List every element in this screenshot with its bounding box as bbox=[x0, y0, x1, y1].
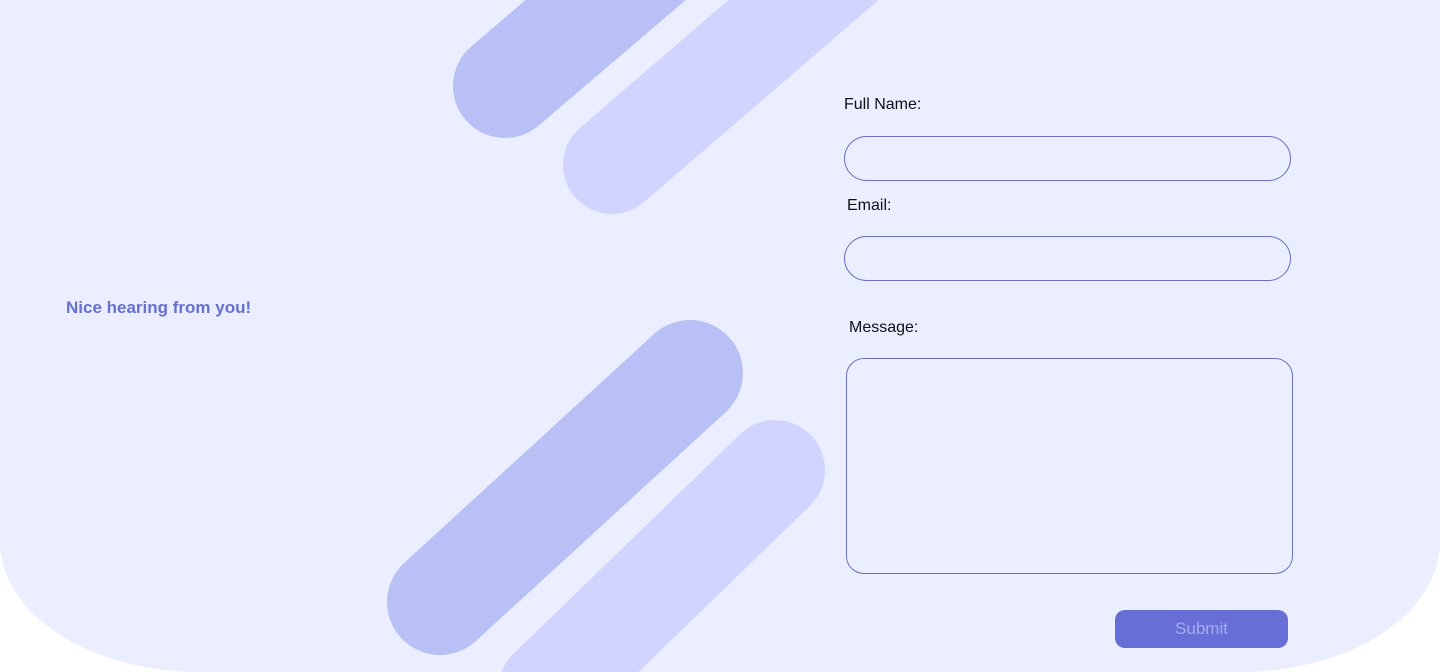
full-name-label: Full Name: bbox=[844, 96, 922, 113]
message-textarea[interactable] bbox=[846, 358, 1293, 574]
submit-button[interactable]: Submit bbox=[1115, 610, 1288, 648]
full-name-input[interactable] bbox=[844, 136, 1291, 181]
contact-panel: Nice hearing from you! Full Name: Email:… bbox=[0, 0, 1440, 672]
tagline: Nice hearing from you! bbox=[66, 298, 252, 317]
message-label: Message: bbox=[849, 319, 919, 336]
email-input[interactable] bbox=[844, 236, 1291, 281]
email-label: Email: bbox=[847, 197, 892, 214]
page: Nice hearing from you! Full Name: Email:… bbox=[0, 0, 1440, 672]
